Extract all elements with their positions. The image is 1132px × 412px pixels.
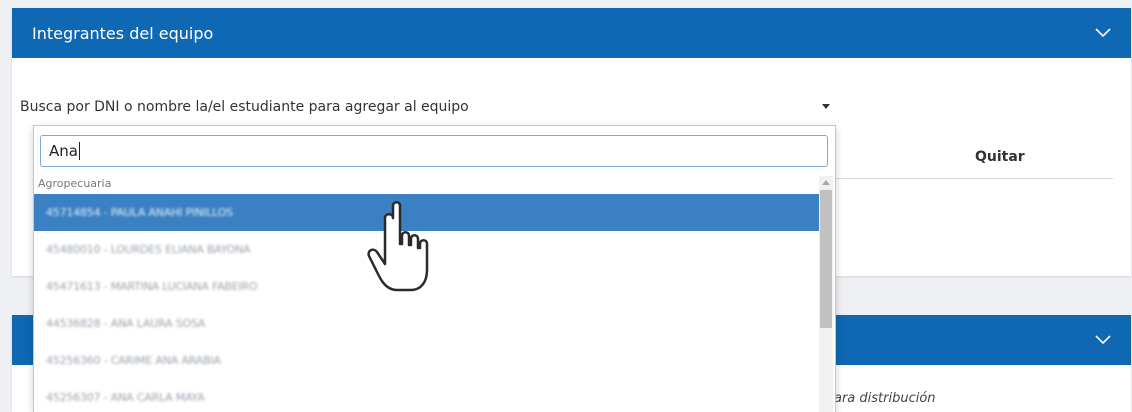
option-item[interactable]: 45256360 - CARIME ANA ARABIA xyxy=(34,342,819,379)
table-divider xyxy=(830,178,1113,179)
student-search-select[interactable]: Busca por DNI o nombre la/el estudiante … xyxy=(20,92,830,122)
option-label: 45471613 - MARTINA LUCIANA FABEIRO xyxy=(46,280,258,293)
team-card-title: Integrantes del equipo xyxy=(32,23,214,43)
scrollbar-thumb[interactable] xyxy=(820,190,832,328)
column-header-quitar: Quitar xyxy=(975,149,1025,165)
search-input[interactable]: Ana xyxy=(40,135,828,167)
option-label: 45714854 - PAULA ANAHI PINILLOS xyxy=(46,206,233,219)
option-group-label: Agropecuaria xyxy=(38,177,112,190)
option-label: 45256360 - CARIME ANA ARABIA xyxy=(46,354,221,367)
search-select-placeholder: Busca por DNI o nombre la/el estudiante … xyxy=(20,99,469,115)
text-cursor xyxy=(78,142,80,160)
dropdown-scrollbar[interactable] xyxy=(819,176,833,412)
chevron-down-icon[interactable] xyxy=(1093,22,1113,42)
option-label: 45256307 - ANA CARLA MAYA xyxy=(46,391,205,404)
caret-down-icon[interactable] xyxy=(822,104,830,109)
distribution-text: ara distribución xyxy=(834,391,936,406)
search-query-text: Ana xyxy=(49,142,78,160)
chevron-down-icon[interactable] xyxy=(1093,329,1113,349)
option-item[interactable]: 44536828 - ANA LAURA SOSA xyxy=(34,305,819,342)
scroll-up-arrow-icon[interactable] xyxy=(822,180,830,185)
team-card-header[interactable]: Integrantes del equipo xyxy=(12,8,1131,58)
hand-pointer-icon xyxy=(367,201,429,292)
option-label: 45480010 - LOURDES ELIANA BAYONA xyxy=(46,243,251,256)
option-label: 44536828 - ANA LAURA SOSA xyxy=(46,317,206,330)
option-item[interactable]: 45256307 - ANA CARLA MAYA xyxy=(34,379,819,412)
